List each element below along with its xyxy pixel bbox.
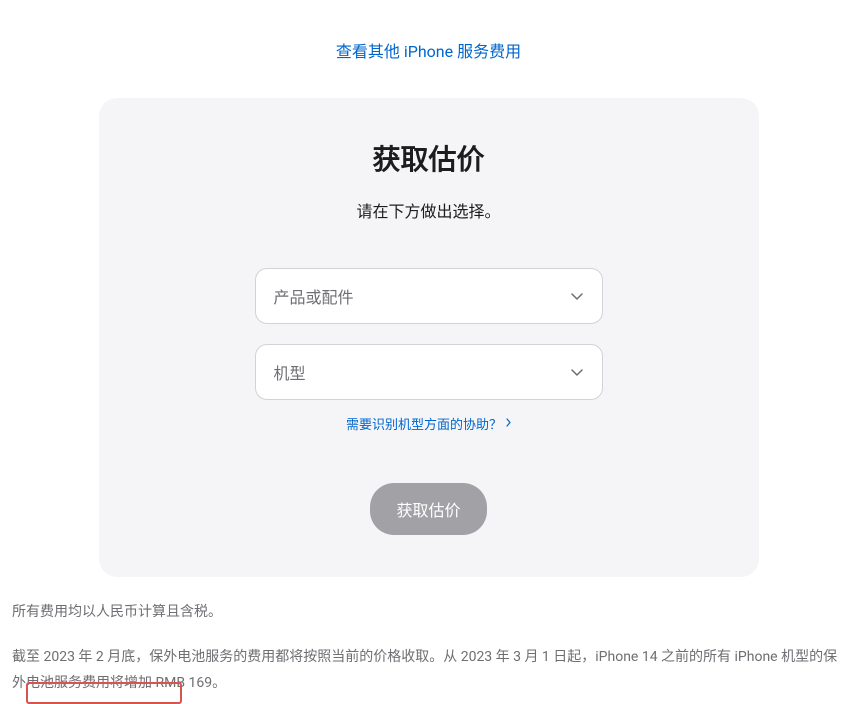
chevron-right-icon (506, 416, 511, 431)
product-select-placeholder: 产品或配件 (274, 284, 354, 308)
chevron-down-icon (570, 365, 584, 379)
footnote-price-change: 截至 2023 年 2 月底，保外电池服务的费用都将按照当前的价格收取。从 20… (12, 644, 845, 697)
card-subtitle: 请在下方做出选择。 (356, 198, 500, 222)
card-title: 获取估价 (372, 138, 484, 178)
footnotes: 所有费用均以人民币计算且含税。 截至 2023 年 2 月底，保外电池服务的费用… (12, 599, 845, 697)
product-select[interactable]: 产品或配件 (255, 268, 603, 324)
chevron-down-icon (570, 289, 584, 303)
view-other-services-link[interactable]: 查看其他 iPhone 服务费用 (336, 38, 521, 62)
footnote-tax: 所有费用均以人民币计算且含税。 (12, 599, 845, 626)
get-estimate-button[interactable]: 获取估价 (370, 483, 486, 535)
estimate-card: 获取估价 请在下方做出选择。 产品或配件 机型 需要识别机型方面的协助？ 获取估… (99, 98, 759, 577)
model-select[interactable]: 机型 (255, 344, 603, 400)
model-select-placeholder: 机型 (274, 360, 306, 384)
help-link-text: 需要识别机型方面的协助？ (346, 414, 502, 433)
identify-model-help-link[interactable]: 需要识别机型方面的协助？ (346, 414, 511, 433)
